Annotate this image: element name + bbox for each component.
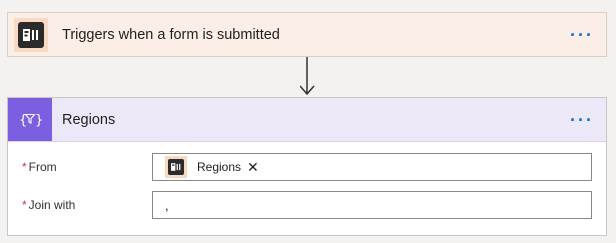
- forms-icon: [18, 21, 44, 48]
- trigger-header[interactable]: Triggers when a form is submitted ···: [8, 13, 606, 56]
- filter-array-icon: { }: [19, 113, 42, 128]
- join-with-value: ,: [165, 197, 169, 213]
- trigger-card[interactable]: Triggers when a form is submitted ···: [7, 12, 607, 57]
- join-with-label: * Join with: [22, 198, 76, 212]
- from-row: * From Regions ✕: [22, 153, 592, 181]
- trigger-icon-wrap: [14, 17, 48, 52]
- from-field[interactable]: Regions ✕: [152, 153, 592, 181]
- regions-token[interactable]: Regions ✕: [165, 156, 259, 178]
- action-title: Regions: [62, 111, 116, 128]
- action-icon-box: { }: [8, 97, 52, 141]
- join-action-card[interactable]: { } Regions ··· *From: [7, 97, 607, 236]
- action-more-options-button[interactable]: ···: [570, 111, 594, 129]
- join-with-row: * Join with ,: [22, 191, 592, 219]
- from-label: * From: [22, 160, 57, 174]
- join-with-input[interactable]: ,: [152, 191, 592, 219]
- action-header[interactable]: { } Regions ···: [8, 97, 606, 142]
- svg-text:}: }: [35, 113, 42, 128]
- remove-token-close-icon[interactable]: ✕: [247, 159, 259, 176]
- trigger-title: Triggers when a form is submitted: [62, 26, 280, 43]
- token-icon-wrap: [165, 156, 187, 178]
- required-marker: *: [22, 160, 27, 174]
- connector-arrow-icon: [300, 57, 315, 96]
- token-label: Regions: [197, 160, 242, 174]
- forms-icon: [168, 159, 184, 175]
- trigger-icon-box: [8, 13, 52, 56]
- trigger-more-options-button[interactable]: ···: [570, 26, 594, 44]
- required-marker: *: [22, 198, 27, 212]
